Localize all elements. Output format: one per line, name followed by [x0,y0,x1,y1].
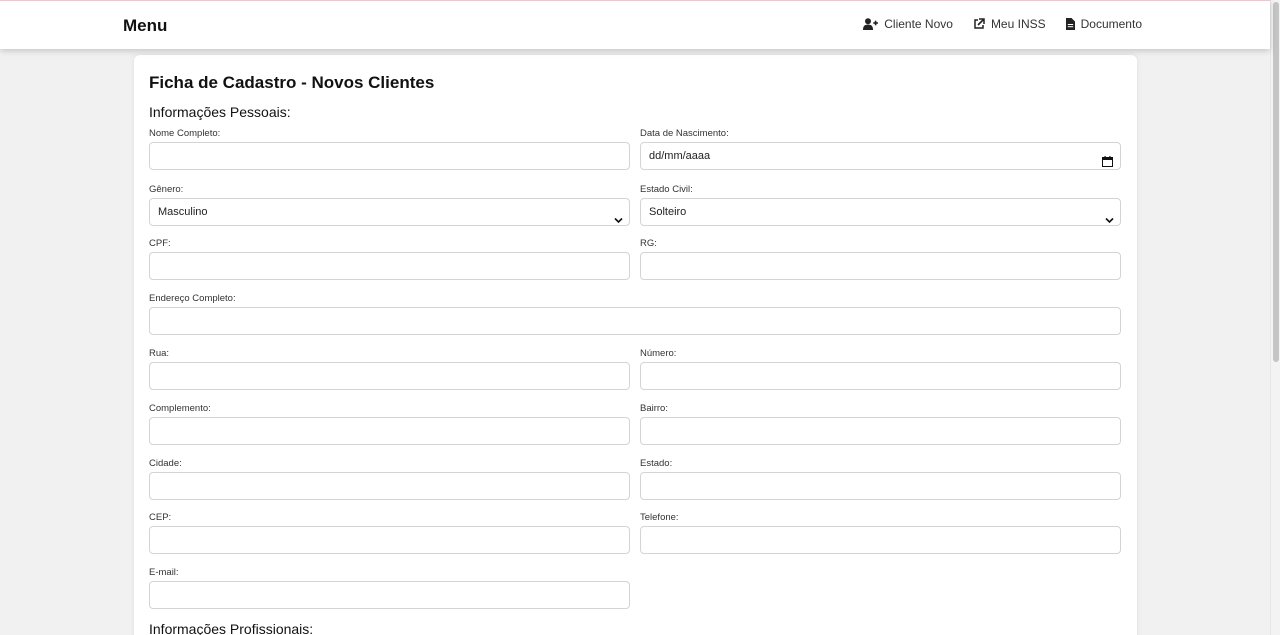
nav-link-label: Cliente Novo [884,17,953,31]
telefone-label: Telefone: [640,512,679,523]
bairro-label: Bairro: [640,403,668,414]
rg-label: RG: [640,238,657,249]
field-cpf: CPF: [149,238,630,280]
field-estado: Estado: [640,458,1121,500]
registration-form-card: Ficha de Cadastro - Novos Clientes Infor… [134,55,1137,635]
genero-label: Gênero: [149,184,184,195]
estado-label: Estado: [640,458,673,469]
numero-input[interactable] [640,362,1121,390]
calendar-icon[interactable] [1102,151,1113,177]
external-link-icon [973,18,985,30]
section-personal-title: Informações Pessoais: [149,104,291,120]
field-cidade: Cidade: [149,458,630,500]
nome-input[interactable] [149,142,630,170]
section-professional-title: Informações Profissionais: [149,621,314,635]
top-navbar: Menu Cliente Novo Meu INSS Documento [0,0,1270,49]
rg-input[interactable] [640,252,1121,280]
estado-civil-value: Solteiro [649,206,687,218]
cidade-input[interactable] [149,472,630,500]
cep-label: CEP: [149,512,172,523]
genero-value: Masculino [158,206,208,218]
cidade-label: Cidade: [149,458,182,469]
field-email: E-mail: [149,567,630,609]
estado-civil-label: Estado Civil: [640,184,693,195]
user-plus-icon [863,18,879,30]
telefone-input[interactable] [640,526,1121,554]
file-icon [1065,18,1075,30]
scrollbar-thumb[interactable] [1273,2,1279,362]
estado-civil-select[interactable]: Solteiro [640,198,1121,226]
endereco-input[interactable] [149,307,1121,335]
nav-link-label: Documento [1080,17,1142,31]
field-bairro: Bairro: [640,403,1121,445]
chevron-down-icon [1105,208,1114,234]
field-complemento: Complemento: [149,403,630,445]
nome-label: Nome Completo: [149,128,221,139]
estado-input[interactable] [640,472,1121,500]
cep-input[interactable] [149,526,630,554]
navbar-brand[interactable]: Menu [123,16,167,36]
chevron-down-icon [614,208,623,234]
page-scrollbar[interactable] [1270,0,1280,635]
nav-link-meu-inss[interactable]: Meu INSS [973,17,1046,31]
cpf-label: CPF: [149,238,171,249]
field-rua: Rua: [149,348,630,390]
nav-link-label: Meu INSS [990,17,1046,31]
field-numero: Número: [640,348,1121,390]
cpf-input[interactable] [149,252,630,280]
field-rg: RG: [640,238,1121,280]
field-nascimento: Data de Nascimento: dd/mm/aaaa [640,128,1121,170]
rua-input[interactable] [149,362,630,390]
nascimento-value: dd/mm/aaaa [649,150,711,162]
numero-label: Número: [640,348,677,359]
field-cep: CEP: [149,512,630,554]
nascimento-date-input[interactable]: dd/mm/aaaa [640,142,1121,170]
form-title: Ficha de Cadastro - Novos Clientes [149,73,435,92]
genero-select[interactable]: Masculino [149,198,630,226]
email-input[interactable] [149,581,630,609]
field-endereco: Endereço Completo: [149,293,1121,335]
field-nome: Nome Completo: [149,128,630,170]
endereco-label: Endereço Completo: [149,293,236,304]
email-label: E-mail: [149,567,179,578]
complemento-label: Complemento: [149,403,211,414]
bairro-input[interactable] [640,417,1121,445]
field-genero: Gênero: Masculino [149,184,630,226]
rua-label: Rua: [149,348,170,359]
nav-link-cliente-novo[interactable]: Cliente Novo [863,17,953,31]
field-telefone: Telefone: [640,512,1121,554]
navbar-links: Cliente Novo Meu INSS Documento [863,17,1142,31]
field-estado-civil: Estado Civil: Solteiro [640,184,1121,226]
complemento-input[interactable] [149,417,630,445]
nav-link-documento[interactable]: Documento [1065,17,1142,31]
nascimento-label: Data de Nascimento: [640,128,729,139]
